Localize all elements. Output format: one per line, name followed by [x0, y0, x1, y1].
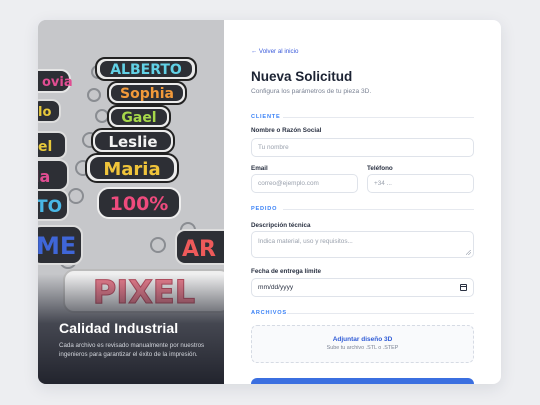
description-placeholder: Indica material, uso y requisitos... — [258, 238, 353, 245]
resize-handle-icon[interactable] — [466, 250, 471, 255]
hero-panel: ALBERTO ovia Sophia lo Gael Leslie el Ma… — [38, 20, 224, 384]
svg-text:AR: AR — [182, 237, 216, 262]
hero-title: Calidad Industrial — [59, 320, 179, 336]
section-client: CLIENTE — [251, 114, 474, 122]
phone-placeholder: +34 ... — [374, 180, 392, 187]
section-files: ARCHIVOS — [251, 310, 474, 318]
description-textarea[interactable]: Indica material, uso y requisitos... — [251, 231, 474, 258]
page-subtitle: Configura los parámetros de tu pieza 3D. — [251, 88, 372, 95]
svg-text:Maria: Maria — [103, 159, 160, 180]
name-label: Nombre o Razón Social — [251, 127, 322, 134]
request-form: ← Volver al inicio Nueva Solicitud Confi… — [251, 20, 474, 384]
svg-text:la: la — [38, 167, 50, 186]
divider — [283, 209, 474, 210]
svg-text:lo: lo — [38, 105, 51, 120]
svg-text:TO: TO — [38, 197, 62, 217]
svg-text:el: el — [38, 139, 52, 155]
name-input[interactable]: Tu nombre — [251, 138, 474, 157]
calendar-icon[interactable] — [460, 284, 467, 291]
file-upload-dropzone[interactable]: Adjuntar diseño 3D Sube tu archivo .STL … — [251, 325, 474, 363]
svg-text:ME: ME — [38, 232, 76, 260]
back-link[interactable]: ← Volver al inicio — [251, 48, 298, 55]
phone-label: Teléfono — [367, 165, 393, 172]
request-card: ALBERTO ovia Sophia lo Gael Leslie el Ma… — [38, 20, 501, 384]
svg-text:Sophia: Sophia — [120, 86, 174, 102]
section-order-label: PEDIDO — [251, 206, 278, 212]
section-files-label: ARCHIVOS — [251, 310, 287, 316]
name-placeholder: Tu nombre — [258, 144, 289, 151]
deadline-value: mm/dd/yyyy — [258, 284, 294, 291]
hero-description: Cada archivo es revisado manualmente por… — [59, 342, 205, 358]
deadline-label: Fecha de entrega límite — [251, 268, 321, 275]
svg-text:100%: 100% — [110, 193, 169, 215]
section-client-label: CLIENTE — [251, 114, 281, 120]
email-label: Email — [251, 165, 268, 172]
svg-text:ovia: ovia — [42, 75, 73, 90]
description-label: Descripción técnica — [251, 222, 311, 229]
divider — [287, 313, 474, 314]
svg-text:Leslie: Leslie — [108, 133, 157, 151]
submit-button[interactable] — [251, 378, 474, 384]
section-order: PEDIDO — [251, 206, 474, 214]
email-placeholder: correo@ejemplo.com — [258, 180, 319, 187]
phone-input[interactable]: +34 ... — [367, 174, 474, 193]
svg-text:Gael: Gael — [121, 110, 156, 126]
svg-text:ALBERTO: ALBERTO — [110, 62, 182, 78]
upload-title: Adjuntar diseño 3D — [332, 336, 393, 343]
upload-hint: Sube tu archivo .STL o .STEP — [326, 345, 399, 351]
email-input[interactable]: correo@ejemplo.com — [251, 174, 358, 193]
deadline-date-input[interactable]: mm/dd/yyyy — [251, 278, 474, 297]
divider — [283, 117, 474, 118]
page-title: Nueva Solicitud — [251, 69, 353, 84]
